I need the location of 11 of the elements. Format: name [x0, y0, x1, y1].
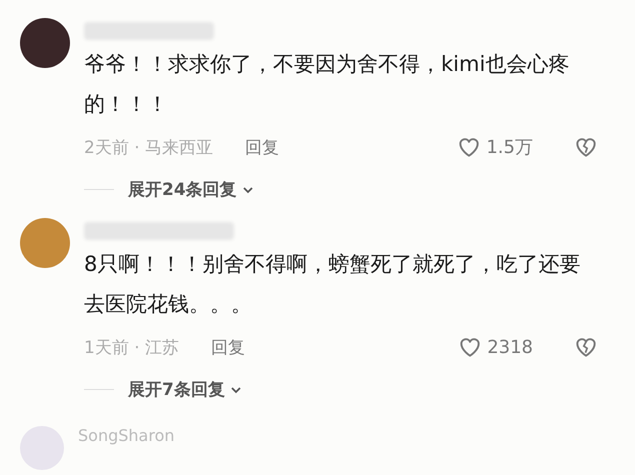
- comment-meta: 1天前 · 江苏: [84, 336, 180, 358]
- like-count: 2318: [487, 336, 533, 358]
- reply-button[interactable]: 回复: [245, 136, 280, 158]
- comment-meta: 2天前 · 马来西亚: [84, 136, 214, 158]
- avatar[interactable]: [20, 18, 70, 68]
- reply-button[interactable]: 回复: [211, 336, 246, 358]
- comment-text: 8只啊！！！别舍不得啊，螃蟹死了就死了，吃了还要去医院花钱。。。: [84, 251, 582, 318]
- like-count: 1.5万: [486, 136, 533, 159]
- comment-text: 爷爷！！求求你了，不要因为舍不得，kimi也会心疼的！！！: [84, 51, 570, 118]
- expand-replies-button[interactable]: 展开24条回复: [128, 178, 255, 201]
- expand-replies-button[interactable]: 展开7条回复: [128, 378, 243, 401]
